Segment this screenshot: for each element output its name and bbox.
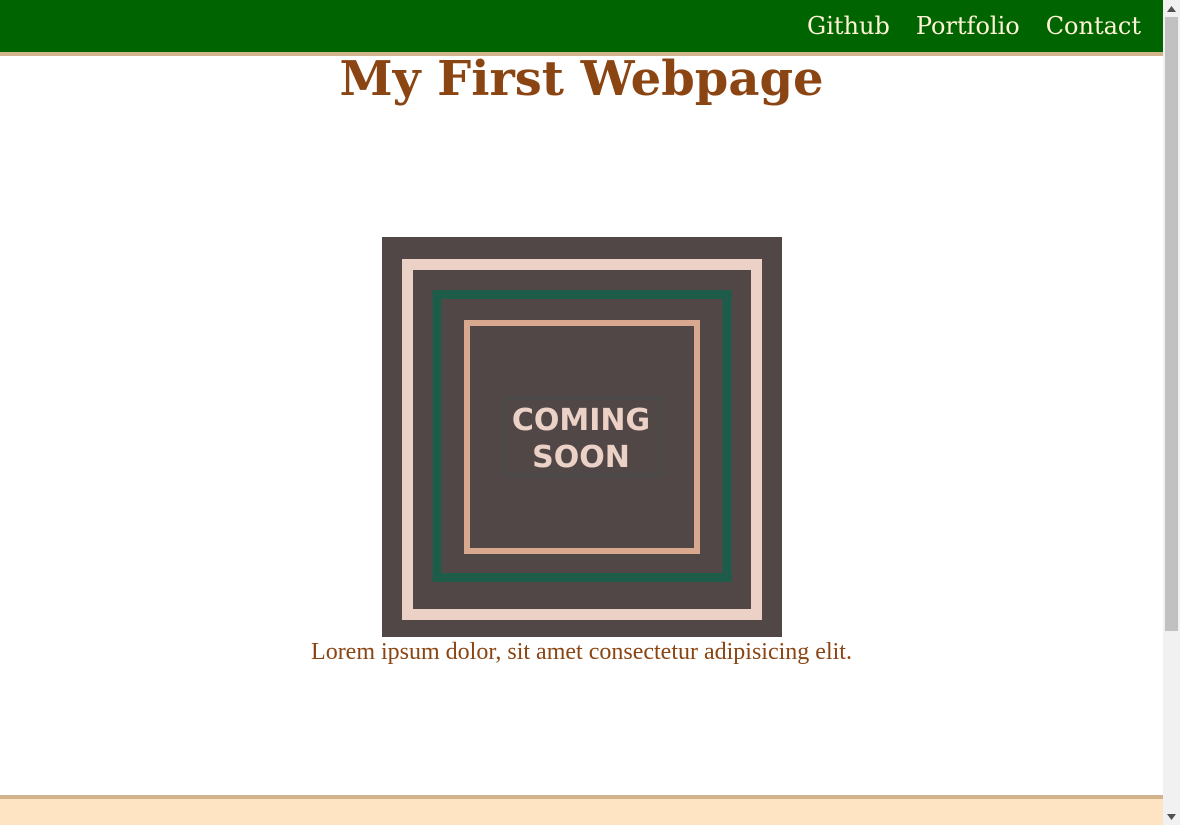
scrollbar-thumb[interactable] [1165,17,1178,631]
browser-viewport: Github Portfolio Contact My First Webpag… [0,0,1180,825]
soon-text: SOON [532,440,630,475]
vertical-scrollbar[interactable] [1163,0,1180,825]
scroll-down-arrow-icon[interactable] [1163,808,1180,825]
coming-soon-image: COMING SOON [382,237,782,637]
nav-link-github[interactable]: Github [807,10,890,42]
page-footer [0,795,1163,825]
nav-link-contact[interactable]: Contact [1046,10,1141,42]
nav-links: Github Portfolio Contact [807,10,1141,42]
coming-text: COMING [512,403,650,438]
top-navbar: Github Portfolio Contact [0,0,1163,56]
lead-paragraph: Lorem ipsum dolor, sit amet consectetur … [311,639,852,665]
scroll-up-arrow-icon[interactable] [1163,0,1180,17]
page-title: My First Webpage [339,51,824,107]
nav-link-portfolio[interactable]: Portfolio [916,10,1020,42]
page: Github Portfolio Contact My First Webpag… [0,0,1163,825]
